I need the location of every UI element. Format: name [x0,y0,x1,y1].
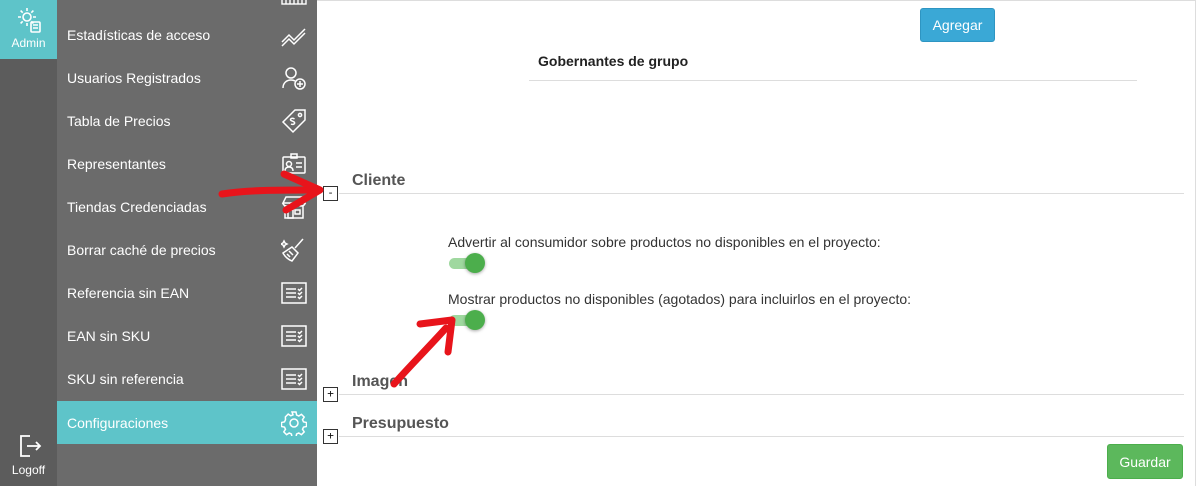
sidebar-item-usuarios[interactable]: Usuarios Registrados [57,56,317,99]
main-content: Agregar Gobernantes de grupo - Cliente A… [317,0,1196,486]
checklist-icon [281,366,307,392]
logoff-label: Logoff [11,463,46,477]
sidebar-item-label: Configuraciones [67,414,169,431]
sidebar-item-label: Representantes [67,155,166,172]
advertir-toggle-switch[interactable] [449,253,485,273]
mostrar-toggle-switch[interactable] [449,310,485,330]
sidebar-item-precios[interactable]: Tabla de Precios [57,99,317,142]
sidebar-item-label: Usuarios Registrados [67,69,201,86]
group-column-header: Gobernantes de grupo [538,53,689,69]
chart-line-icon [281,22,307,48]
section-title-cliente: Cliente [352,172,406,189]
section-divider [339,193,1184,194]
section-divider [339,436,1184,437]
checklist-icon [281,323,307,349]
cliente-collapse-toggle[interactable]: - [323,186,338,201]
sidebar-item-label: Tiendas Credenciadas [67,198,207,215]
section-title-imagen: Imagen [352,373,409,390]
admin-label: Admin [11,36,46,50]
id-card-icon [281,151,307,177]
guardar-button[interactable]: Guardar [1107,444,1183,479]
broom-icon [281,237,307,263]
sidebar-item-label: Tabla de Precios [67,112,171,129]
sidebar-item-borrar-cache[interactable]: Borrar caché de precios [57,228,317,271]
admin-button[interactable]: Admin [0,0,57,59]
sidebar-item-estadisticas[interactable]: Estadísticas de acceso [57,13,317,56]
switch-knob [465,253,485,273]
sidebar-item-label: Referencia sin EAN [67,284,190,301]
sidebar-item-label: SKU sin referencia [67,370,184,387]
option-label-advertir: Advertir al consumidor sobre productos n… [448,234,881,250]
sidebar-item-ean-sin-sku[interactable]: EAN sin SKU [57,314,317,357]
switch-knob [465,310,485,330]
sidebar-menu: Estadísticas de acceso Usuarios Registra… [57,0,317,486]
section-divider [339,394,1184,395]
sidebar-item-label: Borrar caché de precios [67,241,216,258]
sidebar-item-configuraciones[interactable]: Configuraciones [57,401,317,444]
sidebar-item-referencia-sin-ean[interactable]: Referencia sin EAN [57,271,317,314]
sidebar-item-label: EAN sin SKU [67,327,151,344]
option-label-mostrar: Mostrar productos no disponibles (agotad… [448,291,912,307]
gear-icon [281,410,307,436]
imagen-expand-toggle[interactable]: + [323,387,338,402]
presupuesto-expand-toggle[interactable]: + [323,429,338,444]
add-user-icon [281,65,307,91]
checklist-icon [281,280,307,306]
sidebar-item-label: Estadísticas de acceso [67,26,211,43]
price-tag-icon [281,108,307,134]
partial-menu-icon [281,0,307,5]
agregar-button[interactable]: Agregar [920,8,995,42]
admin-settings-icon [17,8,41,33]
left-rail: Admin Logoff [0,0,57,486]
sidebar-item-representantes[interactable]: Representantes [57,142,317,185]
logoff-icon [19,435,41,457]
sidebar-item-sku-sin-referencia[interactable]: SKU sin referencia [57,357,317,400]
sidebar-item-tiendas[interactable]: Tiendas Credenciadas [57,185,317,228]
group-divider [529,80,1137,81]
section-title-presupuesto: Presupuesto [352,415,449,432]
store-icon [281,194,307,220]
logoff-button[interactable]: Logoff [0,432,57,486]
